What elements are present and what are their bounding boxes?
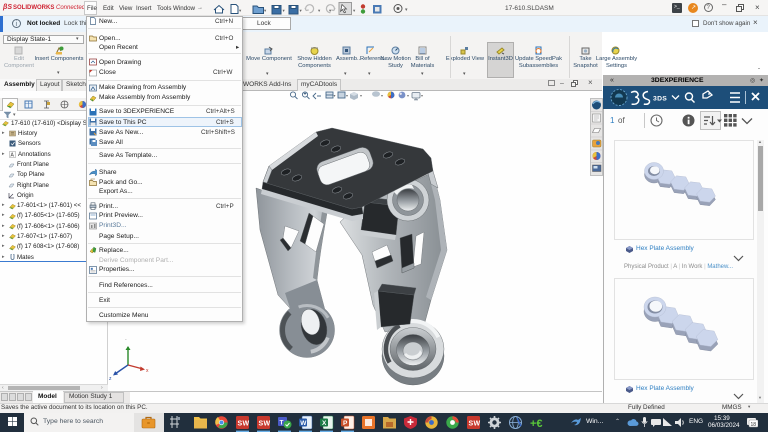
svg-text:▾: ▾ xyxy=(318,8,321,13)
svg-text:3DS: 3DS xyxy=(653,96,667,103)
svg-text:▾: ▾ xyxy=(239,8,242,13)
svg-text:W: W xyxy=(264,421,271,428)
svg-text:18: 18 xyxy=(751,422,757,428)
svg-text:x: x xyxy=(146,368,149,374)
svg-text:T: T xyxy=(280,420,284,427)
svg-text:X: X xyxy=(322,420,327,427)
svg-text:z: z xyxy=(109,376,112,382)
svg-text:▾: ▾ xyxy=(405,7,408,13)
svg-text:▾: ▾ xyxy=(264,8,267,13)
svg-text:▾: ▾ xyxy=(300,8,303,13)
svg-text:ˉ: ˉ xyxy=(125,339,127,345)
svg-text:▾: ▾ xyxy=(283,8,286,13)
svg-text:P: P xyxy=(343,420,348,427)
svg-text:▾: ▾ xyxy=(353,8,356,13)
svg-text:W: W xyxy=(474,421,481,428)
svg-text:W: W xyxy=(300,420,307,427)
svg-text:W: W xyxy=(243,421,250,428)
svg-text:+€: +€ xyxy=(530,418,543,430)
